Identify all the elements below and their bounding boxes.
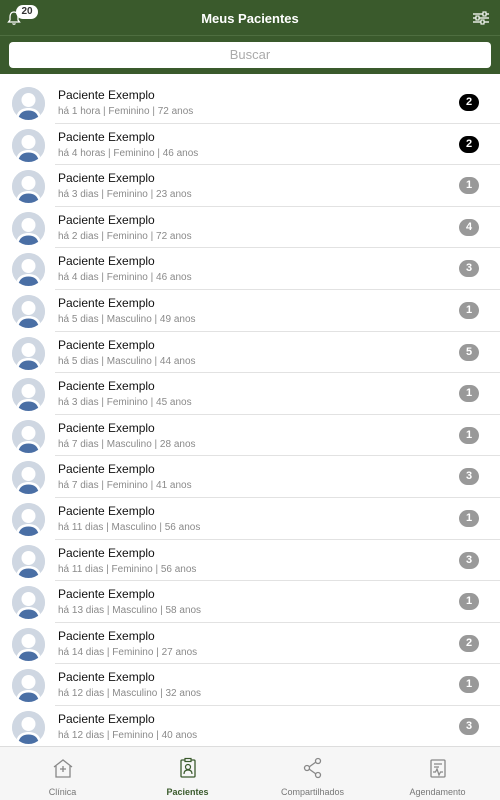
tab-calendar[interactable]: Agendamento [375,747,500,800]
patient-name: Paciente Exemplo [58,88,155,102]
avatar [12,419,45,453]
tab-label: Agendamento [409,787,466,797]
patient-row[interactable]: Paciente Exemplo há 7 dias | Masculino | … [0,415,500,457]
avatar [12,87,45,120]
patient-row[interactable]: Paciente Exemplo há 4 horas | Feminino | … [0,124,500,166]
patient-list: Paciente Exemplo há 1 hora | Feminino | 7… [0,82,500,748]
patient-name: Paciente Exemplo [58,587,155,602]
avatar [12,253,45,287]
count-badge: 2 [459,634,479,652]
avatar [12,336,45,370]
patient-name: Paciente Exemplo [58,420,155,435]
avatar [12,128,45,162]
patient-name: Paciente Exemplo [58,711,155,726]
patient-name: Paciente Exemplo [58,545,155,560]
patient-name: Paciente Exemplo [58,129,155,144]
patient-name: Paciente Exemplo [58,670,155,685]
patient-name: Paciente Exemplo [58,503,155,518]
tab-label: Clínica [48,787,77,797]
count-badge: 1 [459,385,479,403]
count-badge: 1 [459,593,479,611]
page-title: Meus Pacientes [201,11,299,26]
patient-row[interactable]: Paciente Exemplo há 5 dias | Masculino | … [0,290,500,332]
tab-label: Pacientes [166,787,209,797]
avatar [12,170,45,204]
patient-row[interactable]: Paciente Exemplo há 11 dias | Feminino | … [0,540,500,582]
patient-meta: há 4 dias | Feminino | 46 anos [58,272,192,284]
avatar [12,544,45,578]
tab-clinic[interactable]: Clínica [0,747,125,800]
patient-meta: há 5 dias | Masculino | 44 anos [58,355,196,367]
patient-row[interactable]: Paciente Exemplo há 3 dias | Feminino | 4… [0,373,500,415]
avatar [12,294,45,328]
patient-meta: há 1 hora | Feminino | 72 anos [58,106,194,117]
patient-meta: há 11 dias | Masculino | 56 anos [58,521,201,533]
tab-patients[interactable]: Pacientes [125,747,250,800]
patient-row[interactable]: Paciente Exemplo há 13 dias | Masculino |… [0,581,500,623]
count-badge: 1 [459,301,479,319]
count-badge: 3 [459,717,479,735]
avatar [12,669,45,703]
patient-row[interactable]: Paciente Exemplo há 1 hora | Feminino | 7… [0,82,500,124]
patient-name: Paciente Exemplo [58,337,155,352]
patient-meta: há 12 dias | Masculino | 32 anos [58,688,202,700]
count-badge: 2 [459,135,479,153]
patient-row[interactable]: Paciente Exemplo há 4 dias | Feminino | 4… [0,248,500,290]
tab-share[interactable]: Compartilhados [250,747,375,800]
avatar [12,710,45,744]
patient-meta: há 7 dias | Feminino | 41 anos [58,480,192,492]
patient-row[interactable]: Paciente Exemplo há 12 dias | Feminino | … [0,706,500,748]
count-badge: 1 [459,509,479,527]
avatar [12,461,45,495]
count-badge: 3 [459,468,479,486]
patient-name: Paciente Exemplo [58,628,155,643]
top-bar: 20 Meus Pacientes [0,0,500,36]
patient-row[interactable]: Paciente Exemplo há 14 dias | Feminino | … [0,623,500,665]
patient-name: Paciente Exemplo [58,212,155,227]
search-input[interactable]: Buscar [9,42,491,68]
patient-meta: há 4 horas | Feminino | 46 anos [58,147,199,159]
count-badge: 1 [459,177,479,195]
bottom-tab-bar: Clínica Pacientes Compartilhados Agendament… [0,746,500,800]
patient-row[interactable]: Paciente Exemplo há 5 dias | Masculino | … [0,332,500,374]
patient-meta: há 7 dias | Masculino | 28 anos [58,438,196,450]
avatar [12,627,45,661]
patient-row[interactable]: Paciente Exemplo há 3 dias | Feminino | 2… [0,165,500,207]
patient-name: Paciente Exemplo [58,171,155,186]
patient-meta: há 14 dias | Feminino | 27 anos [58,646,198,658]
tab-label: Compartilhados [280,787,345,797]
avatar [12,586,45,620]
filter-icon[interactable] [472,10,490,26]
patient-meta: há 5 dias | Masculino | 49 anos [58,313,196,325]
patient-meta: há 12 dias | Feminino | 40 anos [58,729,198,741]
count-badge: 3 [459,260,479,278]
avatar [12,211,45,245]
avatar [12,502,45,536]
patient-name: Paciente Exemplo [58,254,155,269]
patient-meta: há 3 dias | Feminino | 23 anos [58,189,192,201]
count-badge: 1 [459,426,479,444]
patient-name: Paciente Exemplo [58,462,155,477]
patient-row[interactable]: Paciente Exemplo há 7 dias | Feminino | 4… [0,456,500,498]
count-badge: 5 [459,343,479,361]
avatar [12,378,45,412]
count-badge: 3 [459,551,479,569]
count-badge: 2 [459,94,479,111]
patient-meta: há 2 dias | Feminino | 72 anos [58,230,192,242]
patient-row[interactable]: Paciente Exemplo há 2 dias | Feminino | 7… [0,207,500,249]
patient-row[interactable]: Paciente Exemplo há 11 dias | Masculino |… [0,498,500,540]
patient-meta: há 3 dias | Feminino | 45 anos [58,397,192,409]
patient-name: Paciente Exemplo [58,379,155,394]
count-badge: 1 [459,676,479,694]
count-badge: 4 [459,218,479,236]
app-header: 20 Meus Pacientes Buscar [0,0,500,74]
patient-meta: há 13 dias | Masculino | 58 anos [58,605,202,617]
patient-meta: há 11 dias | Feminino | 56 anos [58,563,197,575]
patient-row[interactable]: Paciente Exemplo há 12 dias | Masculino |… [0,664,500,706]
patient-name: Paciente Exemplo [58,295,155,310]
